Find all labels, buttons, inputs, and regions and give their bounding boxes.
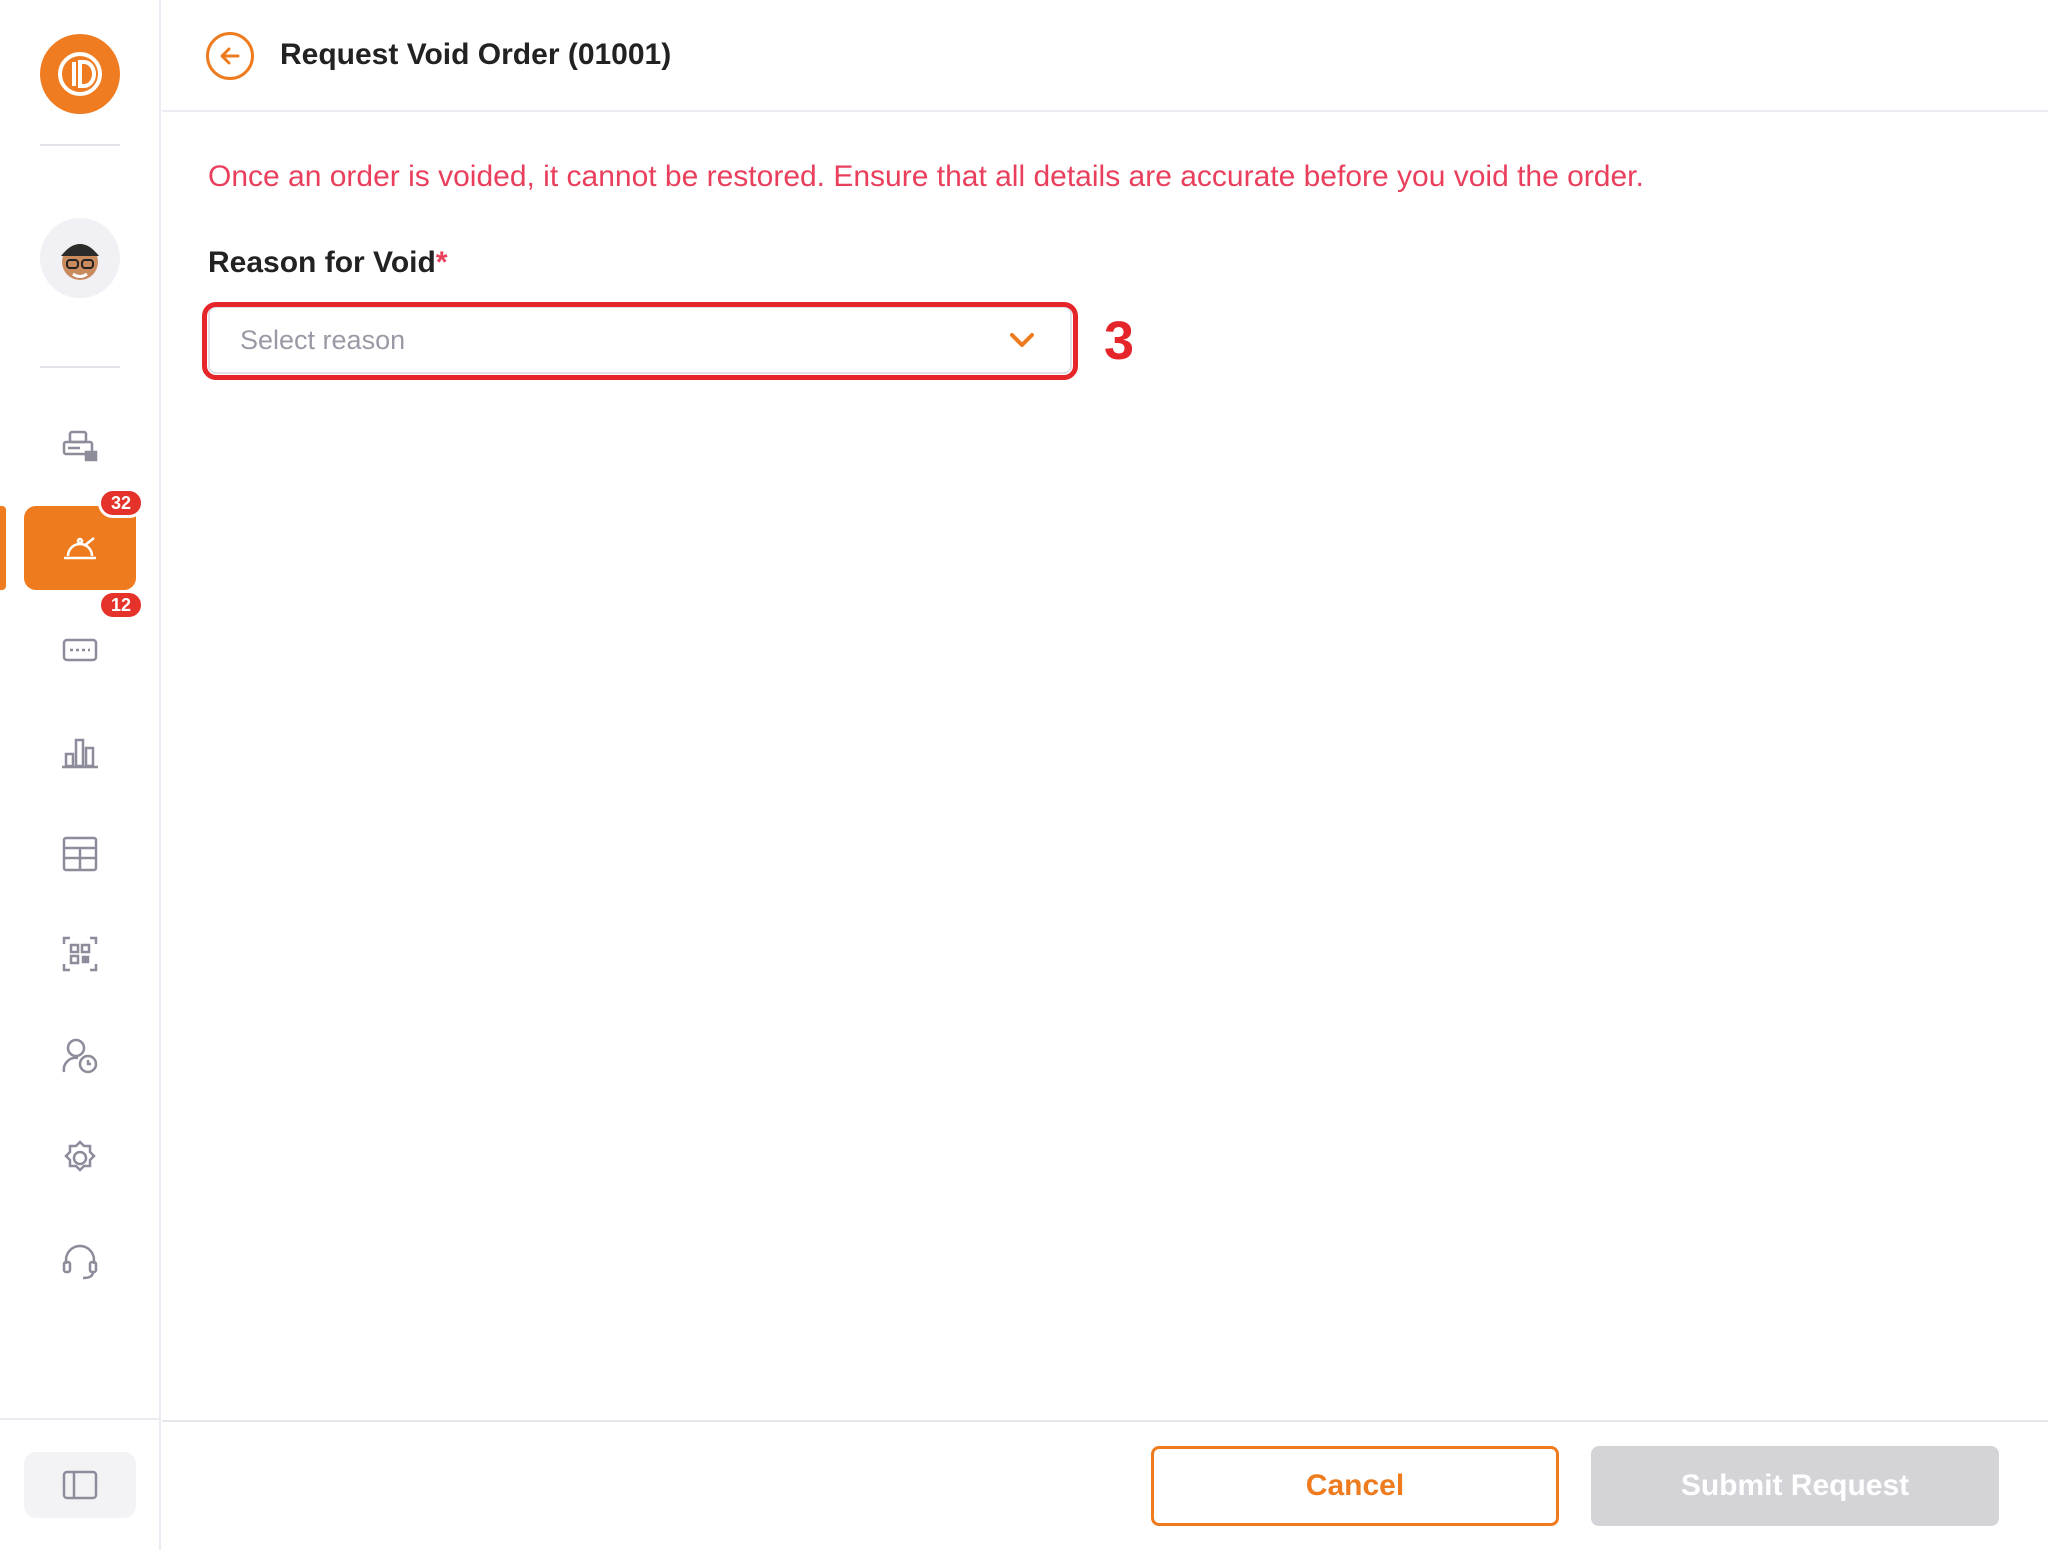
sidebar: 32 12 bbox=[0, 0, 161, 1550]
serving-dish-icon bbox=[64, 537, 96, 560]
sidebar-item-settings[interactable] bbox=[24, 1116, 136, 1200]
sidebar-item-orders[interactable]: 32 bbox=[24, 488, 144, 590]
grid-list-icon bbox=[62, 836, 98, 872]
sidebar-bottom-divider bbox=[0, 1418, 161, 1420]
annotation-highlight-box bbox=[202, 302, 1078, 380]
sidebar-item-tables[interactable] bbox=[24, 812, 136, 896]
required-marker: * bbox=[435, 246, 448, 279]
sidebar-item-reservations[interactable]: 12 bbox=[24, 590, 144, 692]
back-button[interactable] bbox=[206, 32, 254, 80]
arrow-left-icon bbox=[220, 47, 240, 65]
bar-chart-icon bbox=[62, 738, 98, 769]
reservations-badge: 12 bbox=[98, 590, 144, 620]
reason-label-text: Reason for Void bbox=[208, 246, 436, 279]
sidebar-item-pos[interactable] bbox=[24, 404, 136, 488]
headset-icon bbox=[62, 1244, 98, 1280]
sidebar-item-support[interactable] bbox=[24, 1218, 136, 1302]
orders-badge: 32 bbox=[98, 488, 144, 518]
qr-code-icon bbox=[62, 936, 98, 972]
footer-divider bbox=[162, 1420, 2048, 1422]
sidebar-toggle-button[interactable] bbox=[24, 1452, 136, 1518]
sidebar-divider bbox=[40, 144, 120, 146]
user-clock-icon bbox=[62, 1038, 98, 1074]
annotation-step-number: 3 bbox=[1104, 311, 1135, 371]
sidebar-toggle-icon bbox=[62, 1470, 98, 1500]
cancel-button[interactable]: Cancel bbox=[1151, 1446, 1559, 1526]
page-title: Request Void Order (01001) bbox=[280, 38, 672, 71]
pos-icon bbox=[62, 430, 98, 462]
sidebar-divider bbox=[40, 366, 120, 368]
gear-icon bbox=[64, 1140, 96, 1172]
sidebar-item-reports[interactable] bbox=[24, 710, 136, 794]
reason-field-label: Reason for Void* bbox=[208, 246, 448, 280]
void-warning-message: Once an order is voided, it cannot be re… bbox=[208, 160, 1644, 193]
page-header: Request Void Order (01001) bbox=[162, 0, 2048, 112]
sidebar-item-staff[interactable] bbox=[24, 1014, 136, 1098]
user-avatar-icon[interactable] bbox=[40, 218, 120, 298]
restaurant-logo-icon[interactable] bbox=[40, 34, 120, 114]
ticket-icon bbox=[62, 638, 98, 662]
active-nav-indicator bbox=[0, 506, 6, 590]
sidebar-item-qr-scan[interactable] bbox=[24, 912, 136, 996]
submit-request-button[interactable]: Submit Request bbox=[1591, 1446, 1999, 1526]
